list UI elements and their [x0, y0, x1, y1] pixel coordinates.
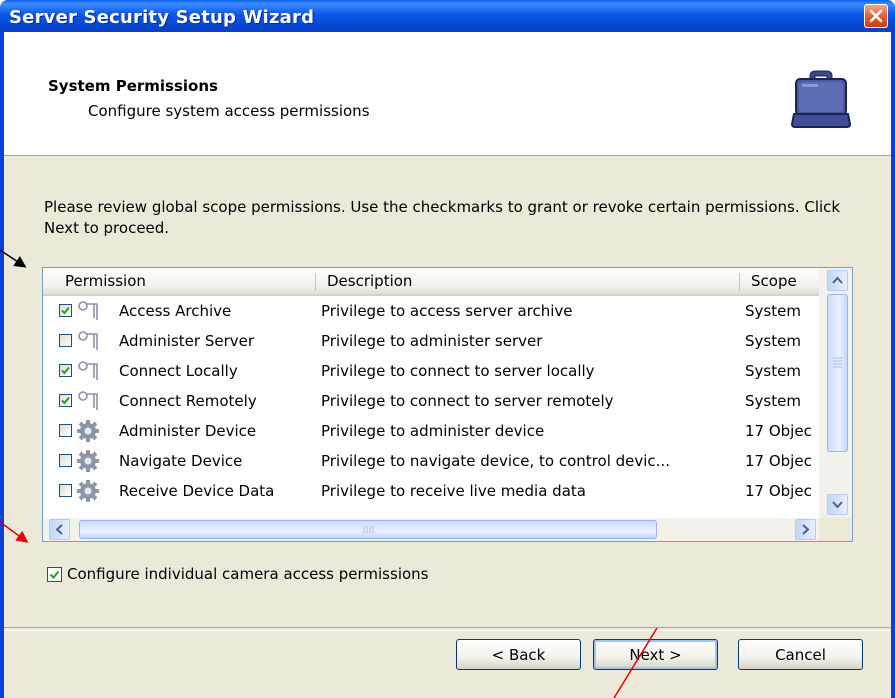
checkmark-icon: [61, 306, 70, 315]
permission-checkbox[interactable]: [59, 364, 72, 377]
permission-name: Administer Server: [119, 332, 255, 350]
checkmark-icon: [61, 366, 70, 375]
permission-checkbox[interactable]: [59, 394, 72, 407]
checkmark-icon: [61, 396, 70, 405]
configure-individual-checkbox[interactable]: [47, 567, 62, 582]
chevron-down-icon: [832, 501, 843, 509]
page-title: System Permissions: [48, 77, 218, 95]
permission-name: Administer Device: [119, 422, 257, 440]
gear-icon: [77, 480, 99, 502]
permission-scope: System: [745, 392, 801, 410]
horizontal-scroll-thumb[interactable]: [79, 520, 657, 539]
chevron-left-icon: [55, 524, 63, 535]
page-subtitle: Configure system access permissions: [88, 102, 370, 120]
permission-checkbox[interactable]: [59, 304, 72, 317]
close-icon: [869, 9, 883, 23]
column-permission[interactable]: Permission: [59, 268, 311, 294]
scroll-up-button[interactable]: [827, 270, 848, 291]
permission-name: Connect Remotely: [119, 392, 257, 410]
table-row[interactable]: Administer Device Privilege to administer…: [43, 416, 819, 446]
table-row[interactable]: Connect Remotely Privilege to connect to …: [43, 386, 819, 416]
permission-scope: System: [745, 302, 801, 320]
scroll-right-button[interactable]: [795, 519, 816, 540]
grip-icon: [833, 357, 842, 368]
permission-description: Privilege to administer server: [321, 332, 543, 350]
permission-scope: System: [745, 362, 801, 380]
permission-name: Access Archive: [119, 302, 232, 320]
key-icon: [77, 360, 99, 382]
scrollbar-corner: [819, 518, 852, 541]
permission-checkbox[interactable]: [59, 484, 72, 497]
gear-icon: [77, 420, 99, 442]
table-row[interactable]: Connect Locally Privilege to connect to s…: [43, 356, 819, 386]
next-button[interactable]: Next >: [593, 639, 718, 670]
cancel-button[interactable]: Cancel: [738, 639, 863, 670]
scroll-left-button[interactable]: [49, 519, 70, 540]
list-rows: Access Archive Privilege to access server…: [43, 296, 819, 520]
permission-scope: 17 Objec: [745, 482, 812, 500]
permissions-list[interactable]: Permission Description Scope Access Arch…: [42, 267, 853, 542]
permission-description: Privilege to administer device: [321, 422, 545, 440]
permission-checkbox[interactable]: [59, 454, 72, 467]
configure-individual-label: Configure individual camera access permi…: [67, 565, 429, 583]
grip-icon: [363, 526, 374, 533]
table-row[interactable]: Navigate Device Privilege to navigate dev…: [43, 446, 819, 476]
briefcase-icon: [790, 70, 852, 128]
table-row[interactable]: Receive Device Data Privilege to receive …: [43, 476, 819, 506]
table-row[interactable]: Administer Server Privilege to administer…: [43, 326, 819, 356]
column-description[interactable]: Description: [321, 268, 737, 294]
vertical-scrollbar[interactable]: [819, 268, 852, 518]
wizard-body: System Permissions Configure system acce…: [4, 32, 891, 698]
permission-name: Connect Locally: [119, 362, 238, 380]
horizontal-scrollbar[interactable]: [43, 518, 819, 541]
permission-name: Receive Device Data: [119, 482, 275, 500]
key-icon: [77, 390, 99, 412]
wizard-header: System Permissions Configure system acce…: [4, 32, 891, 156]
vertical-scroll-thumb[interactable]: [827, 294, 848, 452]
key-icon: [77, 330, 99, 352]
back-button[interactable]: < Back: [456, 639, 581, 670]
permission-description: Privilege to connect to server locally: [321, 362, 595, 380]
permission-checkbox[interactable]: [59, 424, 72, 437]
table-row[interactable]: Access Archive Privilege to access server…: [43, 296, 819, 326]
close-button[interactable]: [864, 4, 888, 28]
permission-description: Privilege to receive live media data: [321, 482, 586, 500]
chevron-up-icon: [832, 276, 843, 284]
permission-name: Navigate Device: [119, 452, 243, 470]
column-divider[interactable]: [739, 273, 740, 291]
column-scope[interactable]: Scope: [745, 268, 819, 294]
permission-checkbox[interactable]: [59, 334, 72, 347]
key-icon: [77, 300, 99, 322]
title-bar[interactable]: Server Security Setup Wizard: [0, 0, 895, 32]
permission-scope: 17 Objec: [745, 452, 812, 470]
permission-description: Privilege to access server archive: [321, 302, 573, 320]
permission-description: Privilege to navigate device, to control…: [321, 452, 670, 470]
wizard-window: Server Security Setup Wizard System Perm…: [0, 0, 895, 698]
window-title: Server Security Setup Wizard: [9, 7, 315, 28]
permission-description: Privilege to connect to server remotely: [321, 392, 614, 410]
chevron-right-icon: [802, 524, 810, 535]
permission-scope: System: [745, 332, 801, 350]
permission-scope: 17 Objec: [745, 422, 812, 440]
intro-text: Please review global scope permissions. …: [44, 198, 841, 237]
scroll-down-button[interactable]: [827, 494, 848, 515]
checkmark-icon: [49, 570, 60, 579]
footer-divider: [4, 627, 891, 631]
column-divider[interactable]: [315, 273, 316, 291]
gear-icon: [77, 450, 99, 472]
list-header: Permission Description Scope: [43, 268, 819, 296]
